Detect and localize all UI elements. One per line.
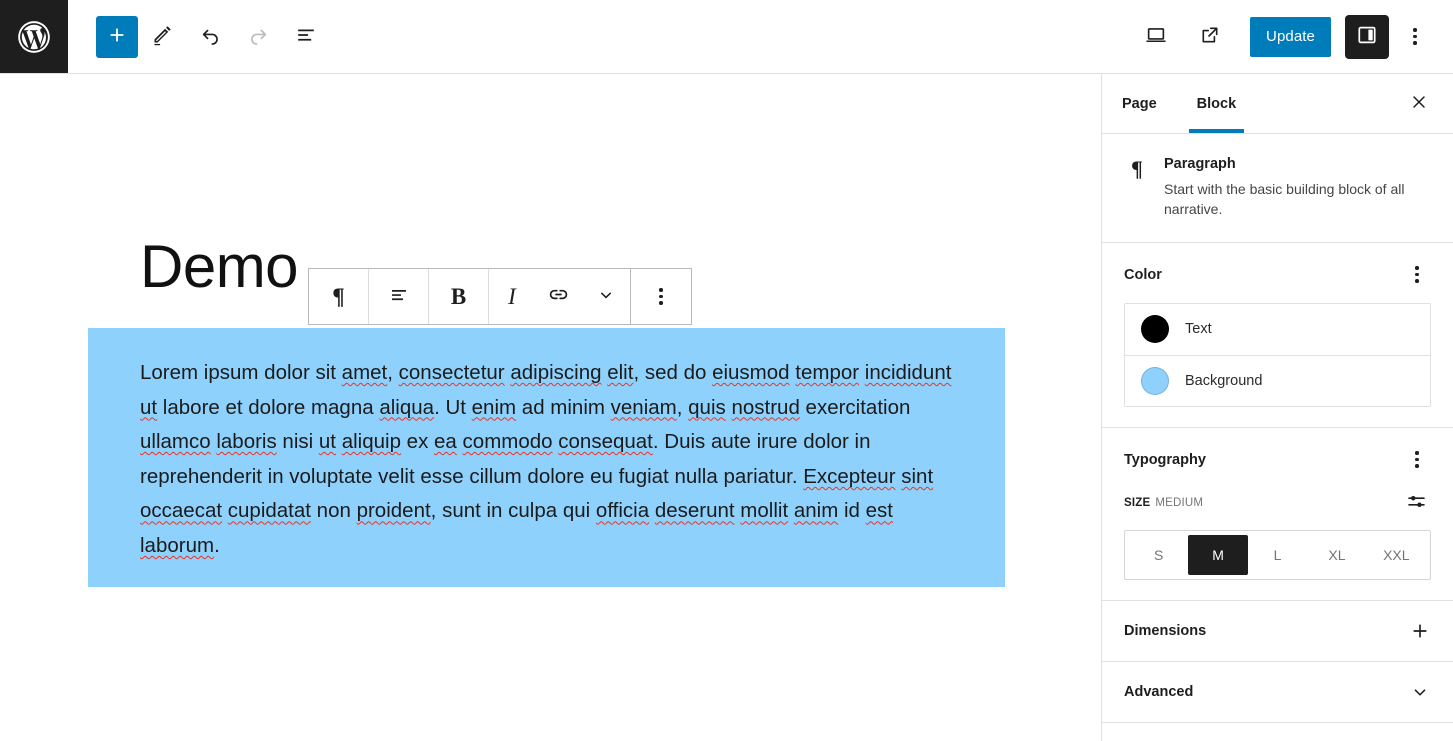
post-title[interactable]: Demo	[140, 234, 299, 300]
dimensions-panel-toggle[interactable]: Dimensions	[1102, 601, 1453, 662]
italic-button[interactable]: I	[489, 269, 535, 324]
list-view-icon	[294, 23, 319, 51]
block-name: Paragraph	[1164, 156, 1236, 172]
text-color-swatch	[1141, 315, 1169, 344]
update-button[interactable]: Update	[1250, 16, 1331, 57]
font-size-value: MEDIUM	[1155, 496, 1204, 509]
italic-icon: I	[508, 283, 516, 309]
background-color-swatch	[1141, 366, 1169, 395]
block-editor-app: Update Demo Lorem ipsum dolor sit amet, …	[0, 0, 1453, 741]
typography-panel: Typography SIZE MEDIUM S M L XL XXL	[1102, 428, 1453, 601]
color-panel: Color Text Background	[1102, 243, 1453, 428]
kebab-menu-icon	[1415, 266, 1419, 283]
plus-icon	[106, 24, 128, 49]
block-description: Start with the basic building block of a…	[1164, 181, 1405, 218]
kebab-menu-icon	[1413, 28, 1417, 45]
typography-panel-header: Typography	[1124, 446, 1431, 474]
sidebar-tablist: Page Block	[1102, 74, 1453, 134]
undo-button[interactable]	[186, 13, 234, 61]
settings-sidebar-toggle-button[interactable]	[1345, 14, 1389, 59]
block-toolbar-options-group	[630, 268, 692, 325]
paragraph-block[interactable]: Lorem ipsum dolor sit amet, consectetur …	[88, 328, 1005, 587]
advanced-panel-toggle[interactable]: Advanced	[1102, 662, 1453, 723]
font-size-xl-button[interactable]: XL	[1307, 535, 1366, 575]
list-view-button[interactable]	[282, 13, 330, 61]
editor-header: Update	[0, 0, 1453, 74]
font-size-xxl-button[interactable]: XXL	[1367, 535, 1426, 575]
sliders-icon	[1405, 490, 1428, 516]
laptop-icon	[1143, 22, 1169, 51]
link-icon	[546, 282, 571, 311]
align-text-button[interactable]	[369, 269, 429, 324]
paragraph-block-text[interactable]: Lorem ipsum dolor sit amet, consectetur …	[140, 356, 953, 564]
kebab-menu-icon	[1415, 451, 1419, 468]
color-option-list: Text Background	[1124, 302, 1431, 407]
typography-panel-options-button[interactable]	[1403, 446, 1431, 474]
bold-icon: B	[450, 283, 467, 309]
font-size-m-button[interactable]: M	[1188, 534, 1248, 575]
paragraph-pilcrow-icon: ¶	[1131, 156, 1143, 181]
add-block-button[interactable]	[96, 15, 138, 58]
chevron-down-icon	[595, 284, 617, 310]
align-text-icon	[387, 283, 411, 311]
font-size-key: SIZE	[1124, 496, 1151, 509]
typography-panel-title: Typography	[1124, 451, 1206, 468]
block-toolbar-main-group: ¶ B I	[308, 268, 631, 325]
font-size-toggle-group: S M L XL XXL	[1124, 529, 1431, 580]
plus-icon	[1409, 620, 1431, 642]
header-right-toolbar: Update	[1132, 13, 1453, 61]
font-size-label: SIZE MEDIUM	[1124, 497, 1203, 509]
editor-canvas[interactable]: Demo Lorem ipsum dolor sit amet, consect…	[0, 74, 1101, 741]
color-panel-header: Color	[1124, 261, 1431, 289]
floating-block-toolbar: ¶ B I	[308, 268, 692, 325]
link-button[interactable]	[535, 269, 581, 324]
color-row-background[interactable]: Background	[1125, 354, 1430, 406]
tab-block[interactable]: Block	[1188, 74, 1244, 133]
sidebar-panel-icon	[1355, 23, 1379, 50]
block-type-button[interactable]: ¶	[309, 269, 369, 324]
close-icon	[1409, 92, 1429, 115]
block-info-card: ¶ Paragraph Start with the basic buildin…	[1102, 134, 1453, 243]
color-panel-title: Color	[1124, 266, 1162, 283]
header-left-toolbar	[68, 13, 330, 61]
color-panel-options-button[interactable]	[1403, 261, 1431, 289]
advanced-panel-title: Advanced	[1124, 683, 1194, 700]
more-rich-text-button[interactable]	[581, 269, 631, 324]
dimensions-panel-title: Dimensions	[1124, 622, 1207, 639]
text-color-label: Text	[1185, 321, 1212, 338]
pencil-icon	[150, 23, 174, 50]
redo-arrow-icon	[246, 23, 271, 51]
external-link-icon	[1198, 23, 1222, 50]
background-color-label: Background	[1185, 372, 1263, 389]
wordpress-logo-icon	[15, 18, 53, 56]
paragraph-pilcrow-icon: ¶	[332, 283, 345, 309]
tools-edit-button[interactable]	[138, 13, 186, 61]
font-size-header: SIZE MEDIUM	[1124, 488, 1431, 518]
settings-sidebar: Page Block ¶ Paragraph Start with the ba…	[1101, 74, 1453, 741]
close-sidebar-button[interactable]	[1399, 84, 1439, 124]
font-size-l-button[interactable]: L	[1248, 535, 1307, 575]
editor-options-button[interactable]	[1395, 15, 1435, 59]
bold-button[interactable]: B	[429, 269, 489, 324]
font-size-custom-button[interactable]	[1401, 488, 1431, 518]
view-site-button[interactable]	[1186, 13, 1234, 61]
color-row-text[interactable]: Text	[1125, 303, 1430, 355]
block-options-button[interactable]	[631, 269, 691, 324]
wordpress-logo-button[interactable]	[0, 0, 68, 73]
font-size-s-button[interactable]: S	[1129, 535, 1188, 575]
tab-page[interactable]: Page	[1118, 74, 1161, 133]
kebab-menu-icon	[659, 288, 663, 305]
redo-button[interactable]	[234, 13, 282, 61]
undo-arrow-icon	[198, 23, 223, 51]
chevron-down-icon	[1409, 681, 1431, 703]
preview-button[interactable]	[1132, 13, 1180, 61]
